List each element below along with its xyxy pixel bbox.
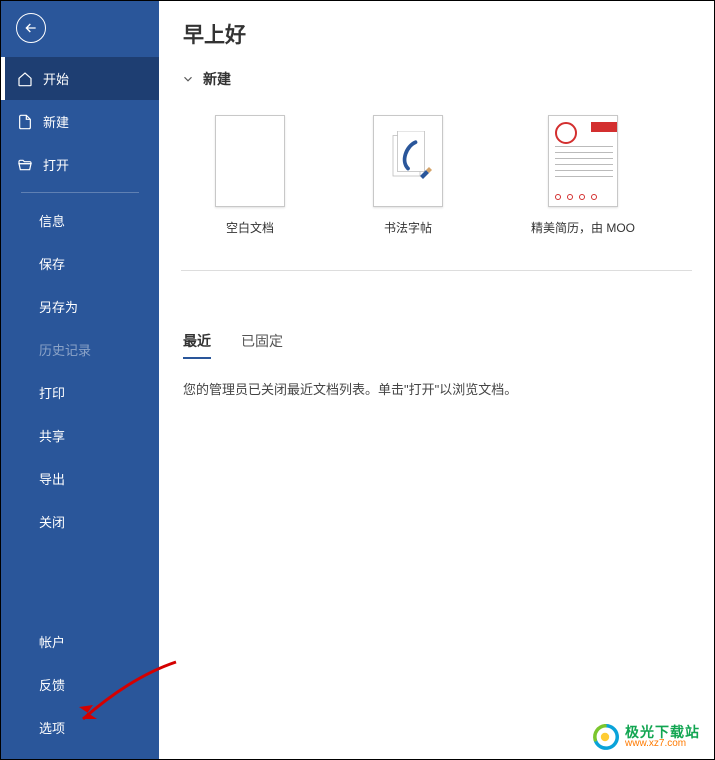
sidebar-item-history: 历史记录 xyxy=(1,328,159,371)
backstage-sidebar: 开始 新建 打开 信息 保存 另存为 历史记录 打印 共享 导出 关闭 帐户 反… xyxy=(1,1,159,759)
recent-empty-message: 您的管理员已关闭最近文档列表。单击"打开"以浏览文档。 xyxy=(183,379,714,398)
template-blank[interactable]: 空白文档 xyxy=(215,115,285,236)
sidebar-item-info[interactable]: 信息 xyxy=(1,199,159,242)
nav-label: 开始 xyxy=(43,69,69,88)
nav-label: 打印 xyxy=(39,383,65,402)
template-thumb xyxy=(215,115,285,207)
template-label: 空白文档 xyxy=(226,219,274,236)
template-gallery: 空白文档 书法字帖 精美简历，由 MOO xyxy=(215,115,714,236)
divider xyxy=(21,192,139,193)
sidebar-item-feedback[interactable]: 反馈 xyxy=(1,663,159,706)
nav-label: 关闭 xyxy=(39,512,65,531)
sidebar-item-print[interactable]: 打印 xyxy=(1,371,159,414)
nav-label: 历史记录 xyxy=(39,340,91,359)
new-section-toggle[interactable]: 新建 xyxy=(181,69,714,89)
chevron-down-icon xyxy=(181,72,195,86)
nav-label: 导出 xyxy=(39,469,65,488)
nav-label: 新建 xyxy=(43,112,69,131)
page-title: 早上好 xyxy=(183,19,714,49)
nav-label: 帐户 xyxy=(39,632,65,651)
arrow-left-icon xyxy=(23,20,39,36)
sidebar-item-new[interactable]: 新建 xyxy=(1,100,159,143)
sidebar-item-saveas[interactable]: 另存为 xyxy=(1,285,159,328)
nav-label: 共享 xyxy=(39,426,65,445)
template-label: 精美简历，由 MOO xyxy=(531,219,635,236)
sidebar-item-open[interactable]: 打开 xyxy=(1,143,159,186)
nav-label: 反馈 xyxy=(39,675,65,694)
decorative-dots xyxy=(555,194,597,200)
main-panel: 早上好 新建 空白文档 书法字帖 精美简历，由 MOO xyxy=(159,1,714,759)
sidebar-top-group: 开始 新建 打开 xyxy=(1,57,159,186)
sidebar-item-export[interactable]: 导出 xyxy=(1,457,159,500)
tab-pinned[interactable]: 已固定 xyxy=(241,331,283,359)
nav-label: 信息 xyxy=(39,211,65,230)
template-thumb xyxy=(548,115,618,207)
sidebar-item-close[interactable]: 关闭 xyxy=(1,500,159,543)
nav-label: 选项 xyxy=(39,718,65,737)
nav-label: 打开 xyxy=(43,155,69,174)
recent-pinned-tabs: 最近 已固定 xyxy=(183,331,714,359)
tab-recent[interactable]: 最近 xyxy=(183,331,211,359)
decorative-lines xyxy=(555,146,613,182)
sidebar-item-save[interactable]: 保存 xyxy=(1,242,159,285)
sidebar-item-options[interactable]: 选项 xyxy=(1,706,159,749)
sidebar-middle-group: 信息 保存 另存为 历史记录 打印 共享 导出 关闭 xyxy=(1,199,159,543)
home-icon xyxy=(17,71,33,87)
sidebar-item-share[interactable]: 共享 xyxy=(1,414,159,457)
template-label: 书法字帖 xyxy=(384,219,432,236)
divider xyxy=(181,270,692,271)
sidebar-item-home[interactable]: 开始 xyxy=(1,57,159,100)
section-label: 新建 xyxy=(203,69,231,89)
template-thumb xyxy=(373,115,443,207)
nav-label: 保存 xyxy=(39,254,65,273)
template-calligraphy[interactable]: 书法字帖 xyxy=(373,115,443,236)
template-resume[interactable]: 精美简历，由 MOO xyxy=(531,115,635,236)
back-button[interactable] xyxy=(16,13,46,43)
nav-label: 另存为 xyxy=(39,297,78,316)
document-icon xyxy=(17,114,33,130)
folder-open-icon xyxy=(17,157,33,173)
sidebar-bottom-group: 帐户 反馈 选项 xyxy=(1,620,159,759)
calligraphy-icon xyxy=(384,131,432,191)
sidebar-item-account[interactable]: 帐户 xyxy=(1,620,159,663)
